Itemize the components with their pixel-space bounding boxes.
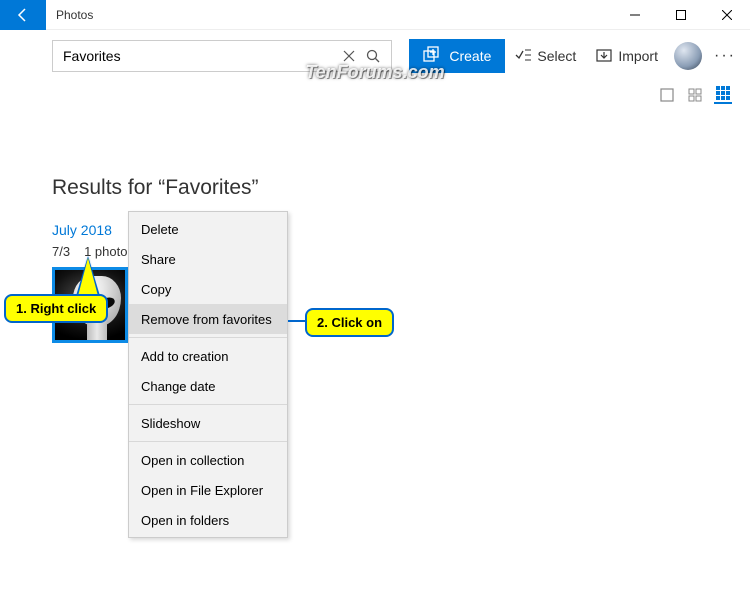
ctx-open-collection[interactable]: Open in collection: [129, 445, 287, 475]
ctx-open-folders[interactable]: Open in folders: [129, 505, 287, 535]
clear-icon[interactable]: [337, 44, 361, 68]
select-label: Select: [537, 48, 576, 64]
ctx-share[interactable]: Share: [129, 244, 287, 274]
maximize-button[interactable]: [658, 0, 704, 30]
select-button[interactable]: Select: [505, 39, 586, 73]
user-avatar[interactable]: [674, 42, 702, 70]
ctx-separator: [129, 441, 287, 442]
ctx-separator: [129, 404, 287, 405]
import-label: Import: [618, 48, 658, 64]
create-icon: [423, 46, 441, 67]
ctx-slideshow[interactable]: Slideshow: [129, 408, 287, 438]
callout-right-click: 1. Right click: [4, 294, 108, 323]
search-icon[interactable]: [361, 44, 385, 68]
ctx-copy[interactable]: Copy: [129, 274, 287, 304]
search-box[interactable]: [52, 40, 392, 72]
view-small-icon[interactable]: [714, 86, 732, 104]
context-menu: Delete Share Copy Remove from favorites …: [128, 211, 288, 538]
minimize-button[interactable]: [612, 0, 658, 30]
ctx-change-date[interactable]: Change date: [129, 371, 287, 401]
create-button[interactable]: Create: [409, 39, 505, 73]
more-button[interactable]: ···: [708, 39, 742, 73]
close-button[interactable]: [704, 0, 750, 30]
view-medium-icon[interactable]: [686, 86, 704, 104]
import-icon: [596, 47, 612, 66]
ctx-delete[interactable]: Delete: [129, 214, 287, 244]
create-label: Create: [449, 48, 491, 64]
view-single-icon[interactable]: [658, 86, 676, 104]
back-button[interactable]: [0, 0, 46, 30]
import-button[interactable]: Import: [586, 39, 668, 73]
search-input[interactable]: [59, 42, 337, 70]
callout-click-on: 2. Click on: [305, 308, 394, 337]
ctx-open-explorer[interactable]: Open in File Explorer: [129, 475, 287, 505]
app-title: Photos: [46, 8, 612, 22]
callout-connector: [288, 320, 306, 322]
callout-arrow: [78, 258, 98, 296]
ctx-remove-favorites[interactable]: Remove from favorites: [129, 304, 287, 334]
ctx-add-creation[interactable]: Add to creation: [129, 341, 287, 371]
ctx-separator: [129, 337, 287, 338]
select-icon: [515, 47, 531, 66]
results-title: Results for “Favorites”: [52, 176, 750, 200]
